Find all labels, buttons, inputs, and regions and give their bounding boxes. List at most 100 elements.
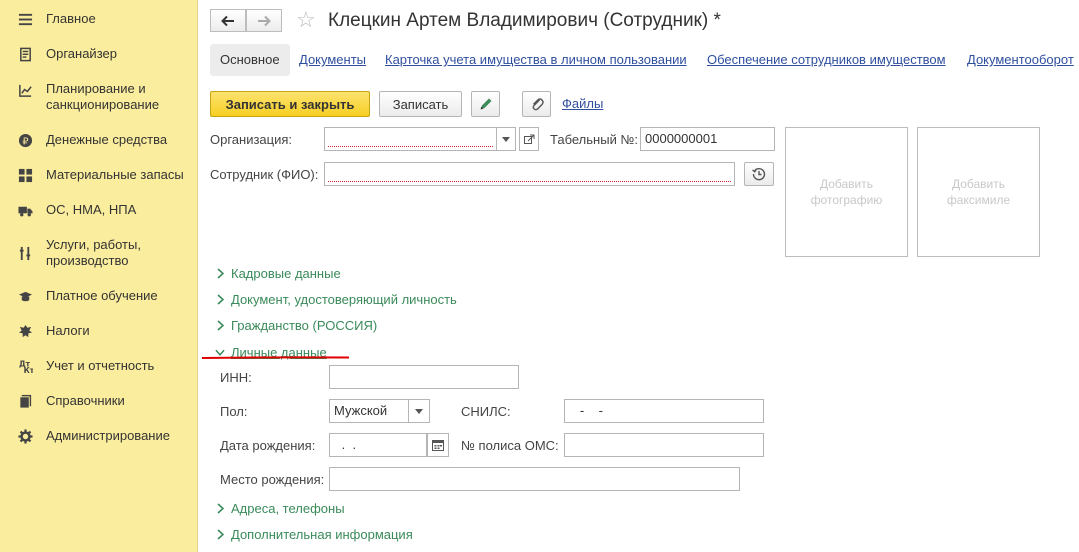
organization-label: Организация:	[210, 132, 293, 147]
chevron-right-icon	[216, 268, 224, 279]
sidebar-item-assets[interactable]: ОС, НМА, НПА	[0, 202, 198, 218]
snils-label: СНИЛС:	[461, 404, 511, 419]
oms-field[interactable]	[564, 433, 764, 457]
employee-field[interactable]	[324, 162, 735, 186]
annotation-red-underline	[202, 356, 349, 359]
birthplace-field[interactable]	[329, 467, 740, 491]
menu-icon	[17, 11, 33, 27]
page-title: Клецкин Артем Владимирович (Сотрудник) *	[328, 10, 721, 31]
chevron-down-icon	[502, 136, 510, 142]
tab-documents[interactable]: Документы	[299, 44, 366, 76]
add-photo-text: Добавить фотографию	[810, 177, 883, 207]
organization-dropdown-button[interactable]	[496, 127, 516, 151]
sidebar-item-label: Справочники	[46, 393, 125, 408]
sidebar-item-money[interactable]: ₽ Денежные средства	[0, 132, 198, 148]
sidebar-item-label: ОС, НМА, НПА	[46, 202, 137, 217]
chevron-down-icon	[415, 408, 423, 414]
add-facsimile-area[interactable]: Добавить факсимиле	[917, 127, 1040, 257]
snils-field[interactable]: - -	[564, 399, 764, 423]
gender-dropdown-button[interactable]	[408, 399, 430, 423]
employee-label: Сотрудник (ФИО):	[210, 167, 319, 182]
tab-document-flow[interactable]: Документооборот	[967, 44, 1074, 76]
organization-open-button[interactable]	[519, 127, 539, 151]
section-hr-label: Кадровые данные	[231, 266, 341, 281]
birthplace-label: Место рождения:	[220, 472, 325, 487]
files-link[interactable]: Файлы	[562, 96, 603, 111]
section-identity-document[interactable]: Документ, удостоверяющий личность	[215, 292, 457, 307]
sidebar-item-inventory[interactable]: Материальные запасы	[0, 167, 198, 183]
section-addresses[interactable]: Адреса, телефоны	[215, 501, 345, 516]
chevron-right-icon	[216, 294, 224, 305]
section-hr-data[interactable]: Кадровые данные	[215, 266, 341, 281]
organizer-icon	[17, 46, 33, 62]
add-photo-area[interactable]: Добавить фотографию	[785, 127, 908, 257]
sidebar-item-education[interactable]: Платное обучение	[0, 288, 198, 304]
favorite-star-icon[interactable]: ☆	[296, 7, 316, 33]
sidebar: Главное Органайзер Планирование и санкци…	[0, 0, 198, 552]
sidebar-item-label: Платное обучение	[46, 288, 158, 303]
sidebar-item-label: Администрирование	[46, 428, 170, 443]
truck-icon	[17, 202, 33, 218]
sidebar-item-main[interactable]: Главное	[0, 11, 198, 27]
calendar-button[interactable]	[427, 433, 449, 457]
gender-label: Пол:	[220, 404, 248, 419]
gender-select[interactable]: Мужской	[329, 399, 409, 423]
save-and-close-button[interactable]: Записать и закрыть	[210, 91, 370, 117]
organization-field[interactable]	[324, 127, 497, 151]
sidebar-item-label: Материальные запасы	[46, 167, 184, 182]
sidebar-item-planning[interactable]: Планирование и санкционирование	[0, 81, 198, 113]
birthdate-field[interactable]: . .	[329, 433, 427, 457]
arrow-right-icon	[258, 15, 271, 26]
planning-icon	[17, 82, 33, 98]
sidebar-item-catalogs[interactable]: Справочники	[0, 393, 198, 409]
sidebar-item-admin[interactable]: Администрирование	[0, 428, 198, 444]
history-button[interactable]	[744, 162, 774, 186]
chevron-right-icon	[216, 503, 224, 514]
section-additional-label: Дополнительная информация	[231, 527, 413, 542]
sidebar-item-label: Денежные средства	[46, 132, 168, 147]
arrow-left-icon	[221, 15, 234, 26]
sidebar-item-label: Планирование и санкционирование	[46, 81, 160, 112]
section-additional-info[interactable]: Дополнительная информация	[215, 527, 413, 542]
tab-property-provision[interactable]: Обеспечение сотрудников имуществом	[707, 44, 946, 76]
sidebar-item-label: Органайзер	[46, 46, 117, 61]
inn-field[interactable]	[329, 365, 519, 389]
sidebar-item-label: Учет и отчетность	[46, 358, 155, 373]
chevron-right-icon	[216, 320, 224, 331]
accounting-icon: ДтКт	[17, 358, 33, 374]
open-icon	[523, 134, 534, 144]
section-identity-label: Документ, удостоверяющий личность	[231, 292, 457, 307]
forward-button[interactable]	[246, 9, 282, 32]
back-button[interactable]	[210, 9, 246, 32]
sidebar-item-label: Налоги	[46, 323, 90, 338]
inn-label: ИНН:	[220, 370, 252, 385]
save-button[interactable]: Записать	[379, 91, 462, 117]
paperclip-icon	[532, 98, 544, 111]
chevron-right-icon	[216, 529, 224, 540]
sidebar-item-organizer[interactable]: Органайзер	[0, 46, 198, 62]
section-citizenship[interactable]: Гражданство (РОССИЯ)	[215, 318, 377, 333]
birthdate-label: Дата рождения:	[220, 438, 316, 453]
pencil-icon	[480, 98, 491, 110]
tab-main[interactable]: Основное	[210, 44, 290, 76]
education-icon	[17, 288, 33, 304]
sidebar-item-services[interactable]: Услуги, работы, производство	[0, 237, 198, 269]
taxes-icon	[17, 323, 33, 339]
edit-button[interactable]	[471, 91, 500, 117]
main-area: ☆ Клецкин Артем Владимирович (Сотрудник)…	[199, 0, 1079, 552]
tab-property-card[interactable]: Карточка учета имущества в личном пользо…	[385, 44, 687, 76]
money-icon: ₽	[17, 132, 33, 148]
attach-button[interactable]	[522, 91, 551, 117]
tab-number-field[interactable]: 0000000001	[640, 127, 775, 151]
services-icon	[17, 245, 33, 261]
chevron-down-icon	[215, 349, 225, 356]
calendar-icon	[432, 440, 444, 451]
sidebar-item-accounting[interactable]: ДтКт Учет и отчетность	[0, 358, 198, 374]
svg-text:Кт: Кт	[23, 366, 32, 374]
sidebar-item-label: Услуги, работы, производство	[46, 237, 141, 268]
tab-number-label: Табельный №:	[550, 132, 638, 147]
catalogs-icon	[17, 393, 33, 409]
inventory-icon	[17, 167, 33, 183]
sidebar-item-taxes[interactable]: Налоги	[0, 323, 198, 339]
add-facsimile-text: Добавить факсимиле	[946, 177, 1011, 207]
